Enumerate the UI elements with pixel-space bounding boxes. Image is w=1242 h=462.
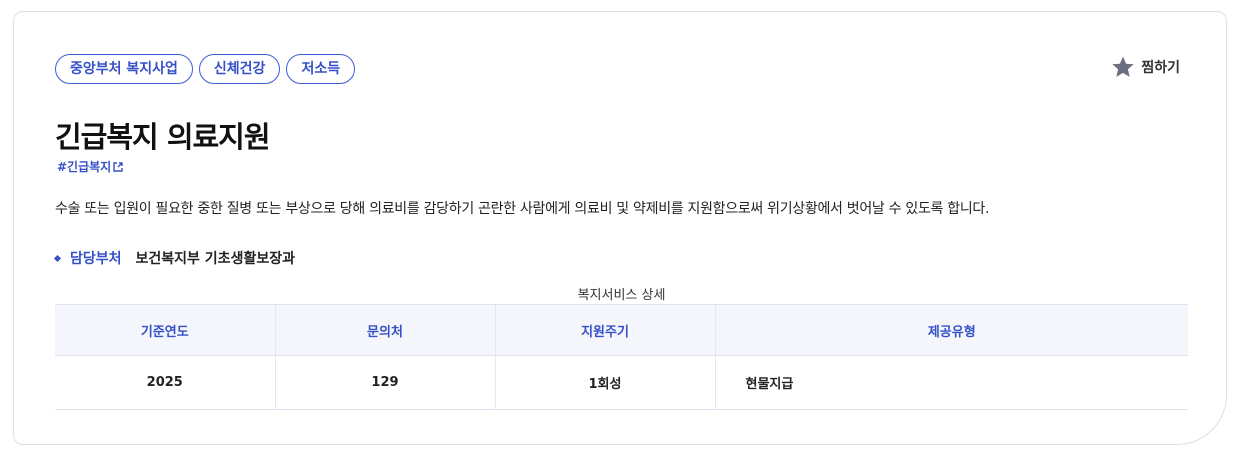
header-provision-type: 제공유형 bbox=[715, 304, 1188, 356]
tag-central-ministry[interactable]: 중앙부처 복지사업 bbox=[55, 54, 193, 84]
tag-list: 중앙부처 복지사업 신체건강 저소득 bbox=[55, 54, 356, 84]
service-description: 수술 또는 입원이 필요한 중한 질병 또는 부상으로 당해 의료비를 감당하기… bbox=[55, 201, 990, 217]
hashtag-label: #긴급복지 bbox=[57, 160, 112, 174]
header-support-cycle: 지원주기 bbox=[495, 304, 716, 356]
page-title: 긴급복지 의료지원 bbox=[55, 120, 271, 154]
department-label: 담당부처 bbox=[70, 251, 122, 267]
tag-physical-health[interactable]: 신체건강 bbox=[198, 54, 281, 84]
department-info: 담당부처 보건복지부 기초생활보장과 bbox=[53, 248, 295, 268]
table-caption: 복지서비스 상세 bbox=[577, 288, 666, 303]
header-contact: 문의처 bbox=[275, 304, 496, 356]
cell-provision-type: 현물지급 bbox=[715, 355, 1188, 410]
table-header-row: 기준연도 문의처 지원주기 제공유형 bbox=[55, 304, 1188, 356]
cell-support-cycle: 1회성 bbox=[495, 355, 716, 410]
favorite-label: 찜하기 bbox=[1141, 60, 1180, 76]
favorite-button[interactable]: 찜하기 bbox=[1111, 55, 1180, 79]
table-row: 2025 129 1회성 현물지급 bbox=[55, 355, 1188, 410]
bullet-diamond-icon bbox=[53, 254, 62, 262]
department-value: 보건복지부 기초생활보장과 bbox=[135, 251, 295, 267]
external-link-icon bbox=[113, 161, 123, 172]
header-base-year: 기준연도 bbox=[55, 304, 276, 356]
star-icon bbox=[1112, 56, 1135, 77]
cell-base-year: 2025 bbox=[55, 355, 276, 410]
cell-contact: 129 bbox=[275, 355, 496, 410]
tag-low-income[interactable]: 저소득 bbox=[286, 54, 356, 84]
service-card: 중앙부처 복지사업 신체건강 저소득 찜하기 긴급복지 의료지원 #긴급복지 수… bbox=[13, 11, 1227, 445]
hashtag-link[interactable]: #긴급복지 bbox=[57, 158, 123, 175]
service-detail-table: 기준연도 문의처 지원주기 제공유형 2025 129 1회성 현물지급 bbox=[55, 304, 1188, 410]
